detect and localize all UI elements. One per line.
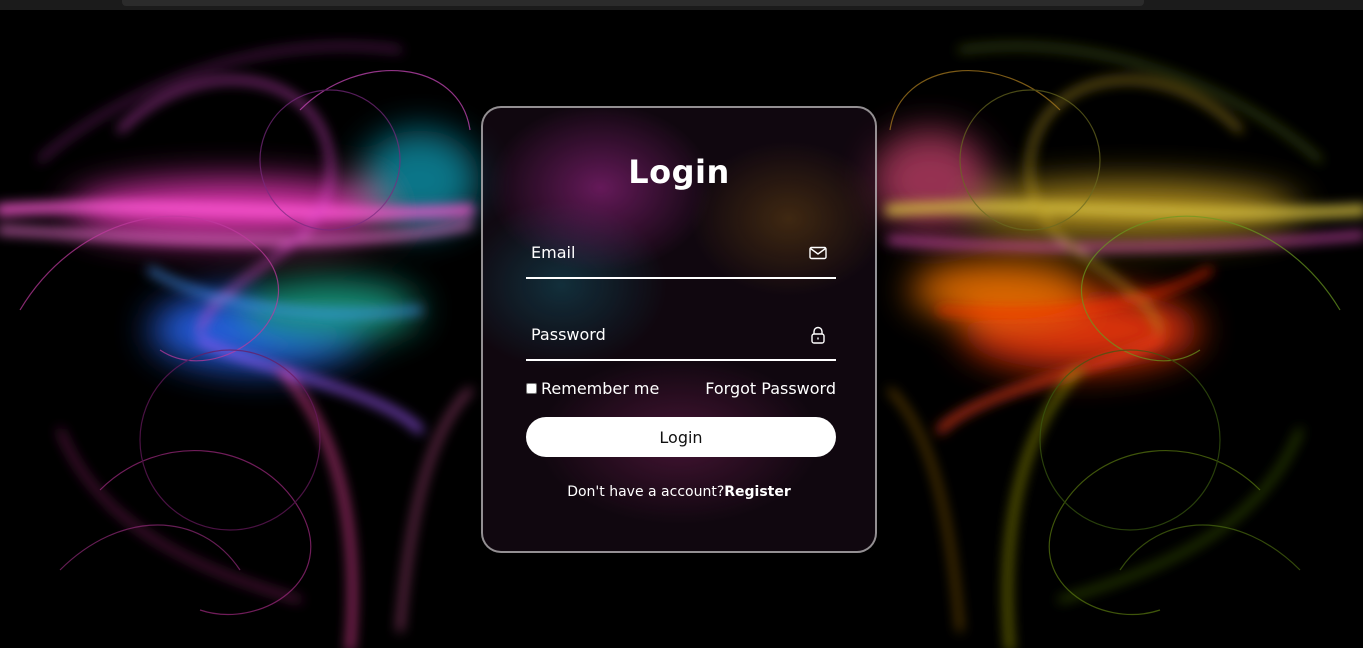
- register-prompt: Don't have a account?Register: [483, 484, 875, 500]
- page: Login Email Password Remember me Forgot …: [0, 0, 1363, 648]
- login-card: Login Email Password Remember me Forgot …: [481, 106, 877, 553]
- password-field[interactable]: Password: [526, 317, 836, 361]
- remember-label: Remember me: [541, 379, 660, 398]
- remember-checkbox[interactable]: [526, 383, 537, 394]
- lock-icon: [811, 326, 825, 344]
- email-label: Email: [531, 243, 576, 262]
- email-field[interactable]: Email: [526, 235, 836, 279]
- password-label: Password: [531, 325, 606, 344]
- no-account-text: Don't have a account?: [567, 484, 725, 500]
- remember-me[interactable]: Remember me: [526, 379, 659, 398]
- browser-tab-strip: [122, 0, 1144, 6]
- register-link[interactable]: Register: [724, 484, 791, 500]
- mail-icon: [809, 246, 827, 260]
- login-button[interactable]: Login: [526, 417, 836, 457]
- forgot-password-link[interactable]: Forgot Password: [705, 379, 836, 398]
- options-row: Remember me Forgot Password: [526, 379, 836, 401]
- login-title: Login: [628, 153, 730, 191]
